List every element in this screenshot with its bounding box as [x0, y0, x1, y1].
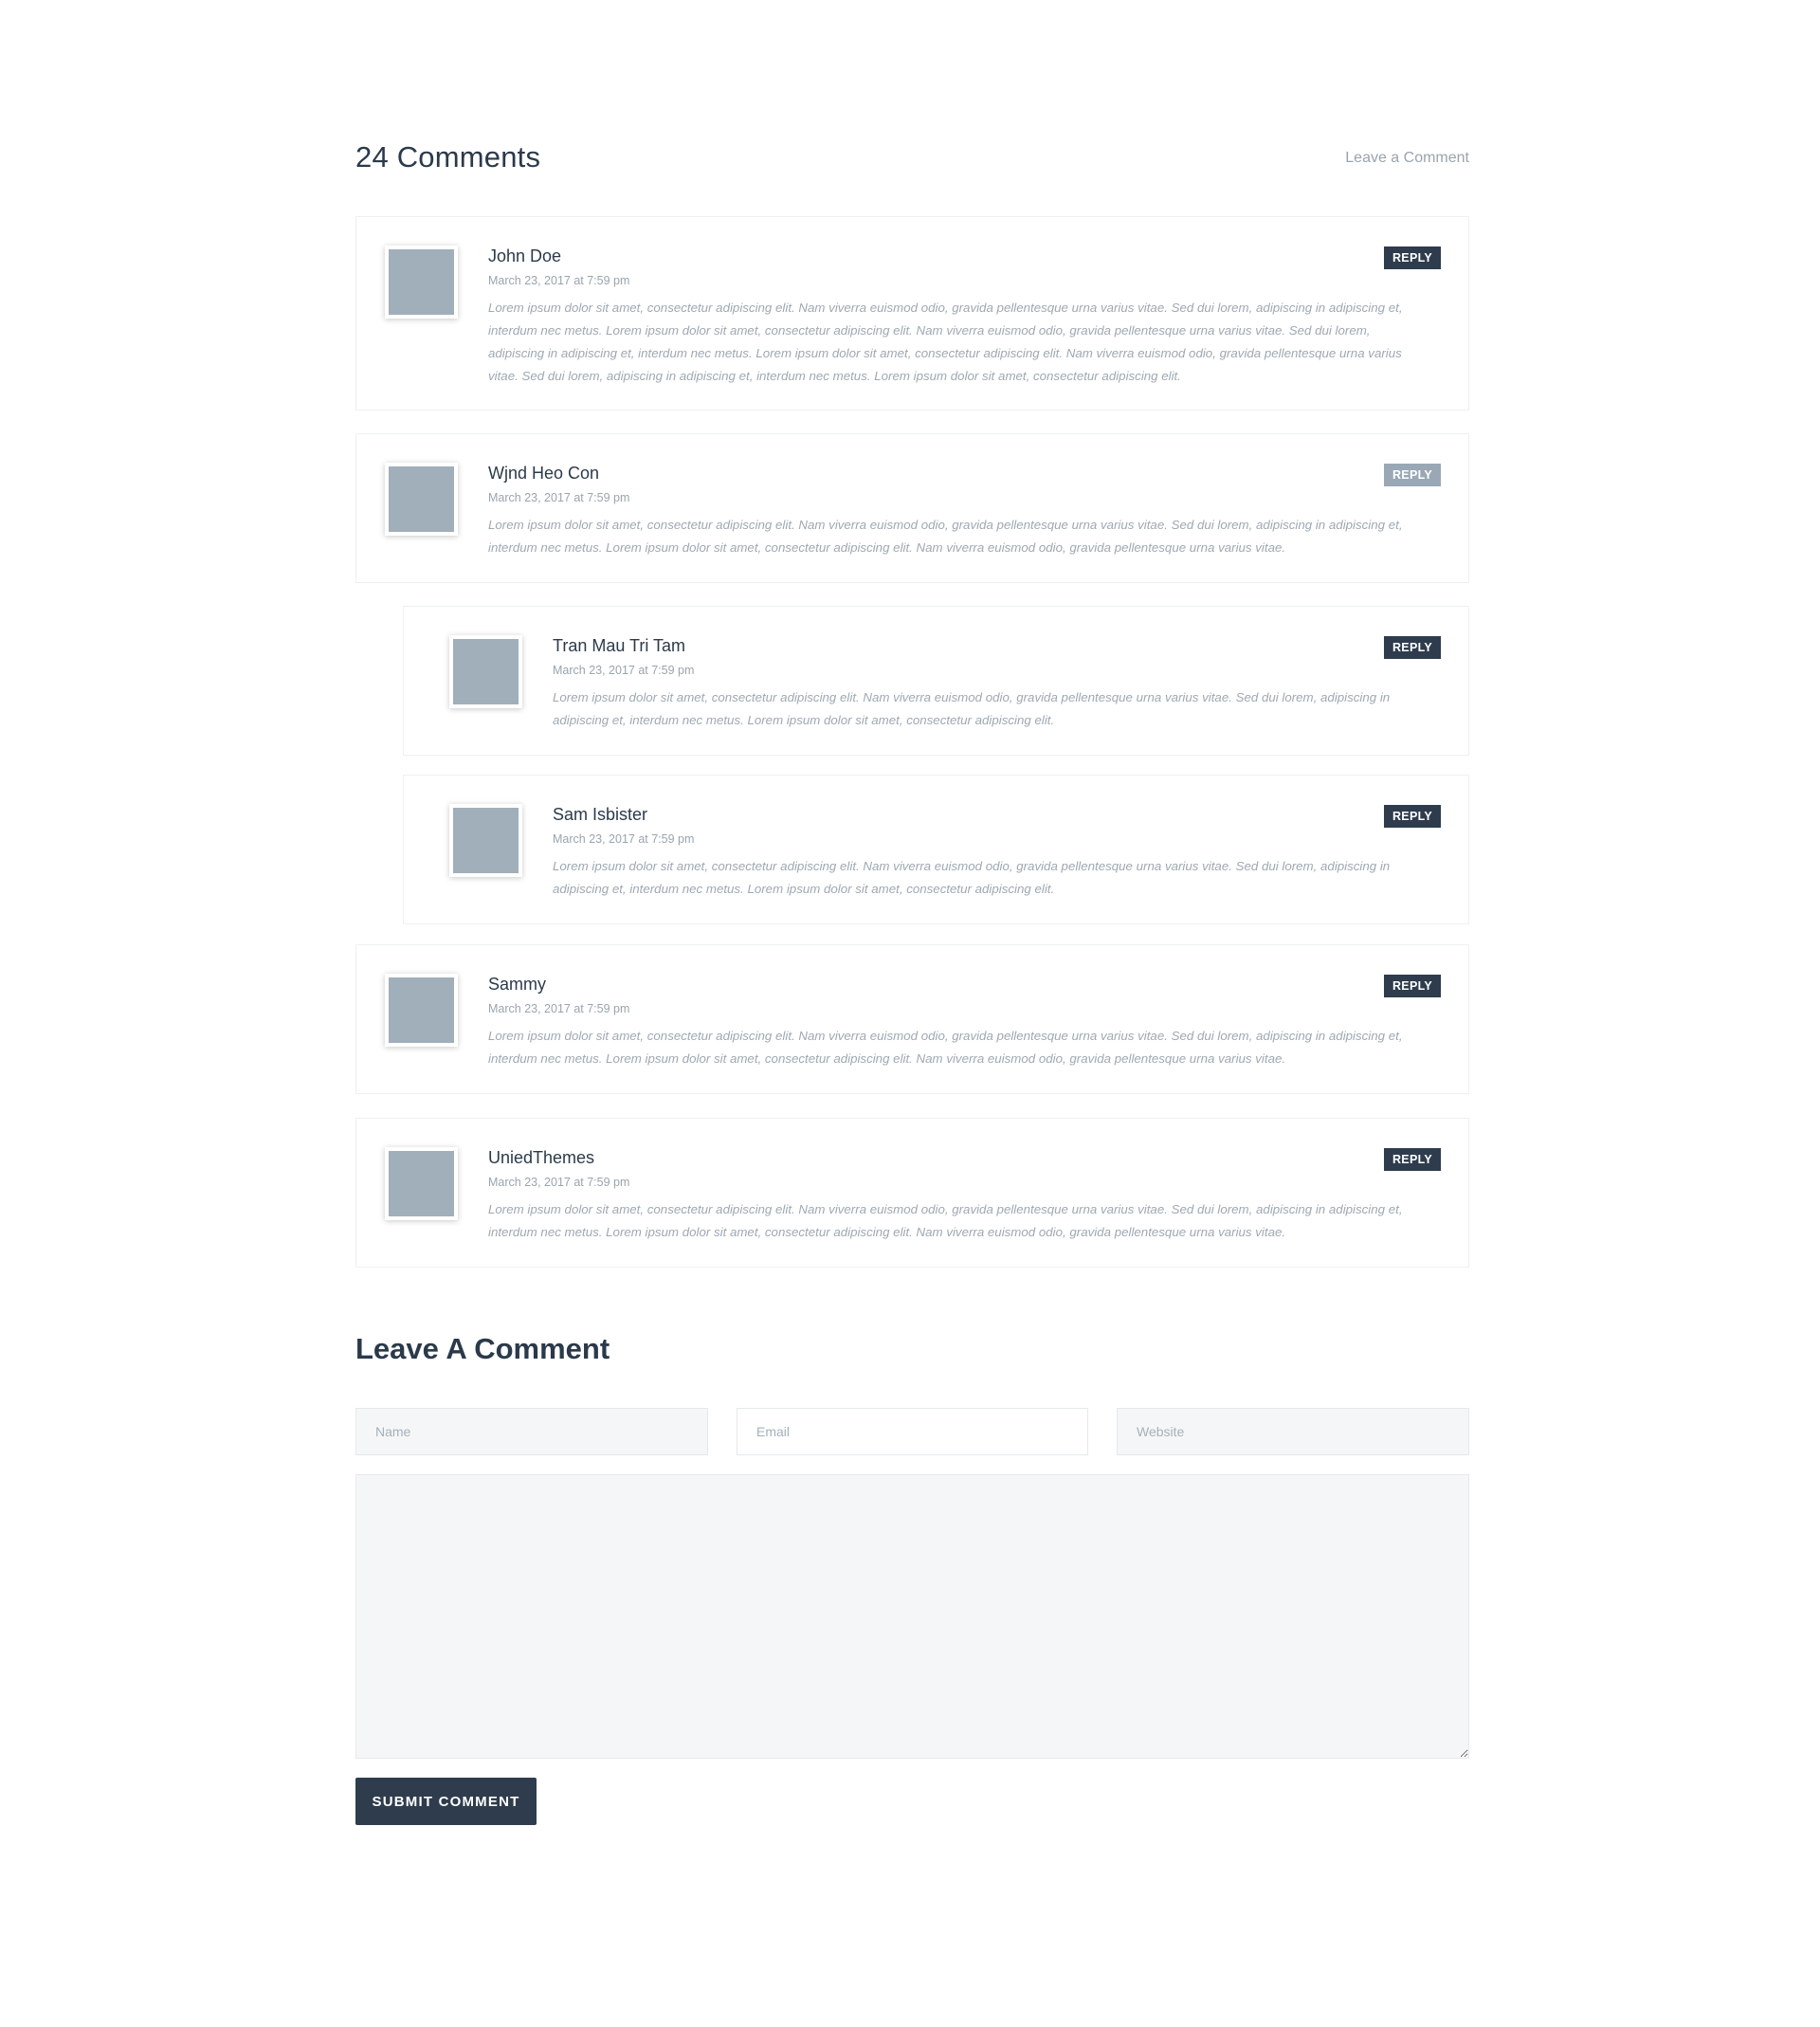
comment-line: Lorem ipsum dolor sit amet, consectetur … — [553, 859, 1391, 873]
comment-line: interdum nec metus. Lorem ipsum dolor si… — [488, 1051, 1286, 1066]
comment-line: adipiscing in adipiscing et, interdum ne… — [488, 346, 1402, 360]
comment-line: Lorem ipsum dolor sit amet, consectetur … — [553, 690, 1391, 704]
comments-count-title: 24 Comments — [355, 140, 541, 173]
comment-reply-item: Sam Isbister March 23, 2017 at 7:59 pm R… — [403, 775, 1469, 924]
comment-date: March 23, 2017 at 7:59 pm — [488, 1002, 630, 1015]
comment-line: Lorem ipsum dolor sit amet, consectetur … — [488, 518, 1403, 532]
email-field[interactable] — [737, 1408, 1088, 1455]
reply-button[interactable]: REPLY — [1384, 805, 1441, 828]
comment-line: interdum nec metus. Lorem ipsum dolor si… — [488, 1225, 1286, 1239]
comment-line: adipiscing et, interdum nec metus. Lorem… — [553, 882, 1055, 896]
comment-body: Lorem ipsum dolor sit amet, consectetur … — [553, 855, 1453, 901]
avatar — [385, 974, 458, 1047]
reply-button[interactable]: REPLY — [1384, 464, 1441, 486]
comment-author: Sammy — [488, 975, 547, 994]
reply-button[interactable]: REPLY — [1384, 1148, 1441, 1171]
comment-date: March 23, 2017 at 7:59 pm — [488, 1176, 630, 1189]
comment-author: Tran Mau Tri Tam — [553, 636, 686, 655]
comment-date: March 23, 2017 at 7:59 pm — [488, 274, 630, 287]
reply-button[interactable]: REPLY — [1384, 975, 1441, 997]
comment-date: March 23, 2017 at 7:59 pm — [488, 491, 630, 504]
comment-item: John Doe March 23, 2017 at 7:59 pm REPLY… — [355, 216, 1469, 411]
avatar — [449, 804, 522, 877]
comment-author: UniedThemes — [488, 1148, 595, 1167]
comment-line: interdum nec metus. Lorem ipsum dolor si… — [488, 323, 1371, 338]
comment-body: Lorem ipsum dolor sit amet, consectetur … — [488, 297, 1446, 388]
website-field[interactable] — [1117, 1408, 1469, 1455]
reply-button[interactable]: REPLY — [1384, 636, 1441, 659]
comment-date: March 23, 2017 at 7:59 pm — [553, 664, 695, 677]
leave-comment-link[interactable]: Leave a Comment — [1345, 150, 1469, 167]
avatar — [449, 635, 522, 708]
comment-body: Lorem ipsum dolor sit amet, consectetur … — [553, 686, 1453, 732]
comment-line: vitae. Sed dui lorem, adipiscing in adip… — [488, 369, 1181, 383]
comment-item: Sammy March 23, 2017 at 7:59 pm REPLY Lo… — [355, 944, 1469, 1094]
leave-comment-title: Leave A Comment — [355, 1332, 610, 1365]
name-field[interactable] — [355, 1408, 708, 1455]
comment-line: interdum nec metus. Lorem ipsum dolor si… — [488, 540, 1286, 555]
avatar — [385, 246, 458, 319]
comment-body: Lorem ipsum dolor sit amet, consectetur … — [488, 514, 1446, 559]
comment-message-textarea[interactable] — [355, 1474, 1469, 1759]
comment-date: March 23, 2017 at 7:59 pm — [553, 832, 695, 846]
comment-item: Wjnd Heo Con March 23, 2017 at 7:59 pm R… — [355, 433, 1469, 583]
comments-header: 24 Comments Leave a Comment — [355, 140, 1469, 178]
comment-line: Lorem ipsum dolor sit amet, consectetur … — [488, 1202, 1403, 1216]
comment-line: Lorem ipsum dolor sit amet, consectetur … — [488, 301, 1403, 315]
submit-comment-button[interactable]: SUBMIT COMMENT — [355, 1778, 537, 1825]
comment-body: Lorem ipsum dolor sit amet, consectetur … — [488, 1198, 1446, 1244]
comment-body: Lorem ipsum dolor sit amet, consectetur … — [488, 1025, 1446, 1070]
comment-line: adipiscing et, interdum nec metus. Lorem… — [553, 713, 1055, 727]
comment-author: Sam Isbister — [553, 805, 648, 824]
comment-line: Lorem ipsum dolor sit amet, consectetur … — [488, 1029, 1403, 1043]
avatar — [385, 463, 458, 536]
comment-author: Wjnd Heo Con — [488, 464, 600, 483]
reply-button[interactable]: REPLY — [1384, 247, 1441, 269]
avatar — [385, 1147, 458, 1220]
comment-item: UniedThemes March 23, 2017 at 7:59 pm RE… — [355, 1118, 1469, 1268]
comment-reply-item: Tran Mau Tri Tam March 23, 2017 at 7:59 … — [403, 606, 1469, 756]
comment-author: John Doe — [488, 247, 562, 265]
